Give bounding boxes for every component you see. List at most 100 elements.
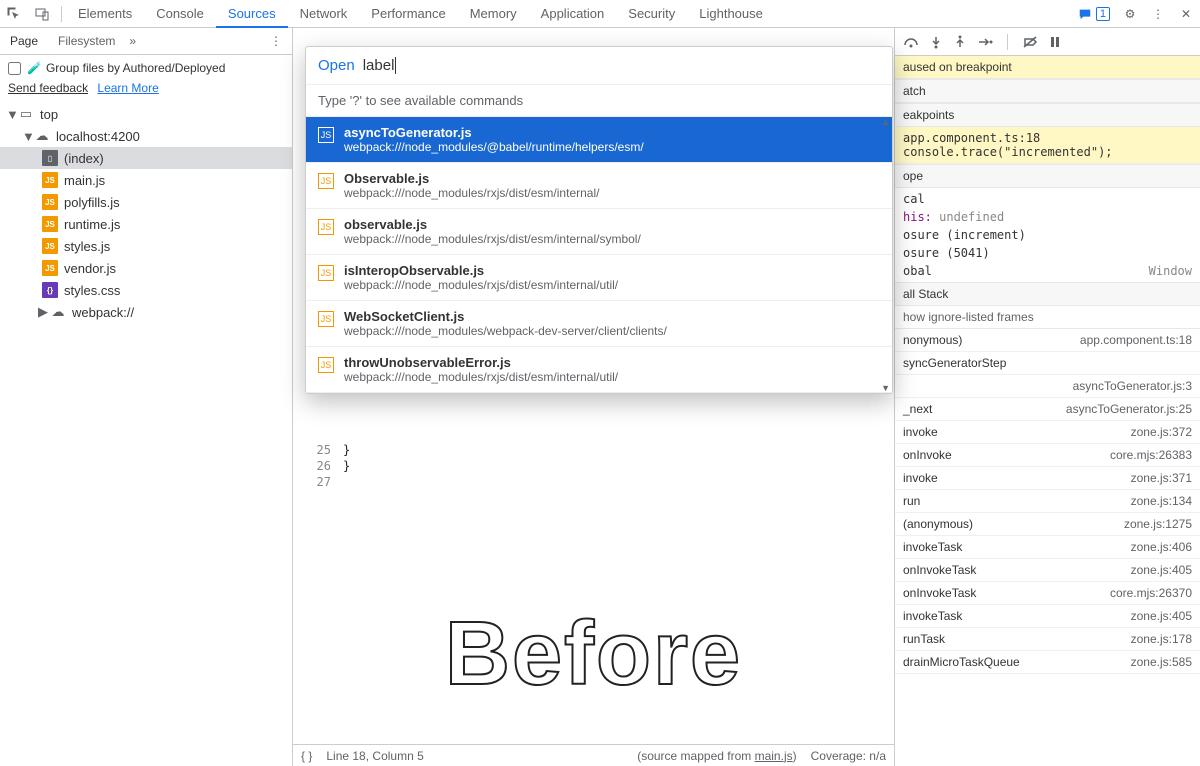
palette-result[interactable]: JS throwUnobservableError.jswebpack:///n…: [306, 347, 892, 393]
tree-file-styles-js[interactable]: JSstyles.js: [0, 235, 292, 257]
step-icon[interactable]: [977, 35, 993, 49]
editor-statusbar: { } Line 18, Column 5 (source mapped fro…: [293, 744, 894, 766]
show-ignored-frames[interactable]: how ignore-listed frames: [895, 306, 1200, 329]
before-watermark: Before: [445, 603, 742, 706]
device-toggle-icon[interactable]: [28, 0, 56, 27]
palette-result[interactable]: JS observable.jswebpack:///node_modules/…: [306, 209, 892, 255]
line-gutter: 25 26 27: [293, 436, 337, 490]
stack-frame[interactable]: invokezone.js:372: [895, 421, 1200, 444]
stack-frame[interactable]: onInvokeTaskzone.js:405: [895, 559, 1200, 582]
callstack-header[interactable]: all Stack: [895, 282, 1200, 306]
tree-host[interactable]: ▼☁localhost:4200: [0, 125, 292, 147]
kebab-icon[interactable]: ⋮: [1144, 0, 1172, 27]
feedback-badge[interactable]: 1: [1072, 0, 1116, 27]
pretty-print-icon[interactable]: { }: [301, 749, 312, 763]
watch-header[interactable]: atch: [895, 79, 1200, 103]
call-stack: nonymous)app.component.ts:18 syncGenerat…: [895, 329, 1200, 674]
tree-file-runtime[interactable]: JSruntime.js: [0, 213, 292, 235]
active-breakpoint[interactable]: app.component.ts:18 console.trace("incre…: [895, 127, 1200, 164]
stack-frame[interactable]: invokezone.js:371: [895, 467, 1200, 490]
source-mapped: (source mapped from main.js): [637, 749, 796, 763]
palette-result[interactable]: JS WebSocketClient.jswebpack:///node_mod…: [306, 301, 892, 347]
inspect-icon[interactable]: [0, 0, 28, 27]
tab-sources[interactable]: Sources: [216, 0, 288, 28]
subtab-page[interactable]: Page: [0, 28, 48, 54]
tab-lighthouse[interactable]: Lighthouse: [687, 0, 775, 27]
stack-frame[interactable]: drainMicroTaskQueuezone.js:585: [895, 651, 1200, 674]
stack-frame[interactable]: invokeTaskzone.js:405: [895, 605, 1200, 628]
palette-hint: Type '?' to see available commands: [306, 84, 892, 117]
mapped-file-link[interactable]: main.js: [755, 749, 793, 763]
group-files-label: Group files by Authored/Deployed: [46, 61, 225, 75]
stack-frame[interactable]: runzone.js:134: [895, 490, 1200, 513]
navigator-kebab-icon[interactable]: ⋮: [260, 34, 292, 48]
navigator-pane: Page Filesystem » ⋮ 🧪 Group files by Aut…: [0, 28, 293, 766]
tab-console[interactable]: Console: [144, 0, 216, 27]
learn-more-link[interactable]: Learn More: [97, 81, 158, 95]
debugger-toolbar: [895, 28, 1200, 56]
palette-results: JS asyncToGenerator.jswebpack:///node_mo…: [306, 117, 892, 393]
tab-application[interactable]: Application: [529, 0, 617, 27]
scope-body: cal his: undefined osure (increment) osu…: [895, 188, 1200, 282]
step-over-icon[interactable]: [903, 35, 919, 49]
file-tree: ▼▭top ▼☁localhost:4200 ▯(index) JSmain.j…: [0, 101, 292, 325]
scroll-down-icon[interactable]: ▼: [881, 383, 890, 393]
palette-open-label: Open: [318, 57, 355, 74]
palette-search-row[interactable]: Open label: [306, 47, 892, 84]
pause-exceptions-icon[interactable]: [1048, 35, 1062, 49]
tree-file-styles-css[interactable]: {}styles.css: [0, 279, 292, 301]
stack-frame[interactable]: runTaskzone.js:178: [895, 628, 1200, 651]
file-icon: JS: [318, 127, 334, 143]
file-icon: JS: [318, 265, 334, 281]
scope-header[interactable]: ope: [895, 164, 1200, 188]
stack-frame[interactable]: onInvokecore.mjs:26383: [895, 444, 1200, 467]
stack-frame[interactable]: syncGeneratorStep: [895, 352, 1200, 375]
palette-result[interactable]: JS isInteropObservable.jswebpack:///node…: [306, 255, 892, 301]
close-icon[interactable]: ✕: [1172, 0, 1200, 27]
devtools-tabbar: Elements Console Sources Network Perform…: [0, 0, 1200, 28]
file-icon: JS: [318, 311, 334, 327]
tree-webpack[interactable]: ▶☁webpack://: [0, 301, 292, 323]
stack-frame[interactable]: onInvokeTaskcore.mjs:26370: [895, 582, 1200, 605]
stack-frame[interactable]: asyncToGenerator.js:3: [895, 375, 1200, 398]
file-icon: JS: [318, 219, 334, 235]
tree-top[interactable]: ▼▭top: [0, 103, 292, 125]
step-out-icon[interactable]: [953, 35, 967, 49]
debugger-pane: aused on breakpoint atch eakpoints app.c…: [895, 28, 1200, 766]
palette-query: label: [363, 57, 397, 74]
stack-frame[interactable]: (anonymous)zone.js:1275: [895, 513, 1200, 536]
open-file-palette: Open label Type '?' to see available com…: [305, 46, 893, 394]
palette-result[interactable]: JS asyncToGenerator.jswebpack:///node_mo…: [306, 117, 892, 163]
tab-security[interactable]: Security: [616, 0, 687, 27]
paused-banner: aused on breakpoint: [895, 56, 1200, 79]
palette-result[interactable]: JS Observable.jswebpack:///node_modules/…: [306, 163, 892, 209]
settings-icon[interactable]: ⚙: [1116, 0, 1144, 27]
scroll-up-icon[interactable]: ▲: [881, 117, 890, 127]
tree-file-vendor[interactable]: JSvendor.js: [0, 257, 292, 279]
breakpoints-header[interactable]: eakpoints: [895, 103, 1200, 127]
subtab-filesystem[interactable]: Filesystem: [48, 28, 125, 54]
subtab-more-icon[interactable]: »: [129, 34, 136, 48]
feedback-count: 1: [1096, 7, 1110, 21]
editor-pane: 25 26 27 } } Before Open label Type '?' …: [293, 28, 895, 766]
group-files-checkbox[interactable]: [8, 62, 21, 75]
cursor-pos: Line 18, Column 5: [326, 749, 423, 763]
stack-frame[interactable]: invokeTaskzone.js:406: [895, 536, 1200, 559]
send-feedback-link[interactable]: Send feedback: [8, 81, 88, 95]
step-into-icon[interactable]: [929, 35, 943, 49]
tab-elements[interactable]: Elements: [66, 0, 144, 27]
tab-network[interactable]: Network: [288, 0, 360, 27]
file-icon: JS: [318, 173, 334, 189]
tab-memory[interactable]: Memory: [458, 0, 529, 27]
file-icon: JS: [318, 357, 334, 373]
group-files-row: 🧪 Group files by Authored/Deployed: [0, 55, 292, 81]
coverage-label: Coverage: n/a: [811, 749, 886, 763]
tree-file-polyfills[interactable]: JSpolyfills.js: [0, 191, 292, 213]
experiment-icon: 🧪: [27, 61, 42, 75]
tab-performance[interactable]: Performance: [359, 0, 457, 27]
stack-frame[interactable]: nonymous)app.component.ts:18: [895, 329, 1200, 352]
stack-frame[interactable]: _nextasyncToGenerator.js:25: [895, 398, 1200, 421]
tree-file-index[interactable]: ▯(index): [0, 147, 292, 169]
tree-file-main[interactable]: JSmain.js: [0, 169, 292, 191]
deactivate-breakpoints-icon[interactable]: [1022, 35, 1038, 49]
